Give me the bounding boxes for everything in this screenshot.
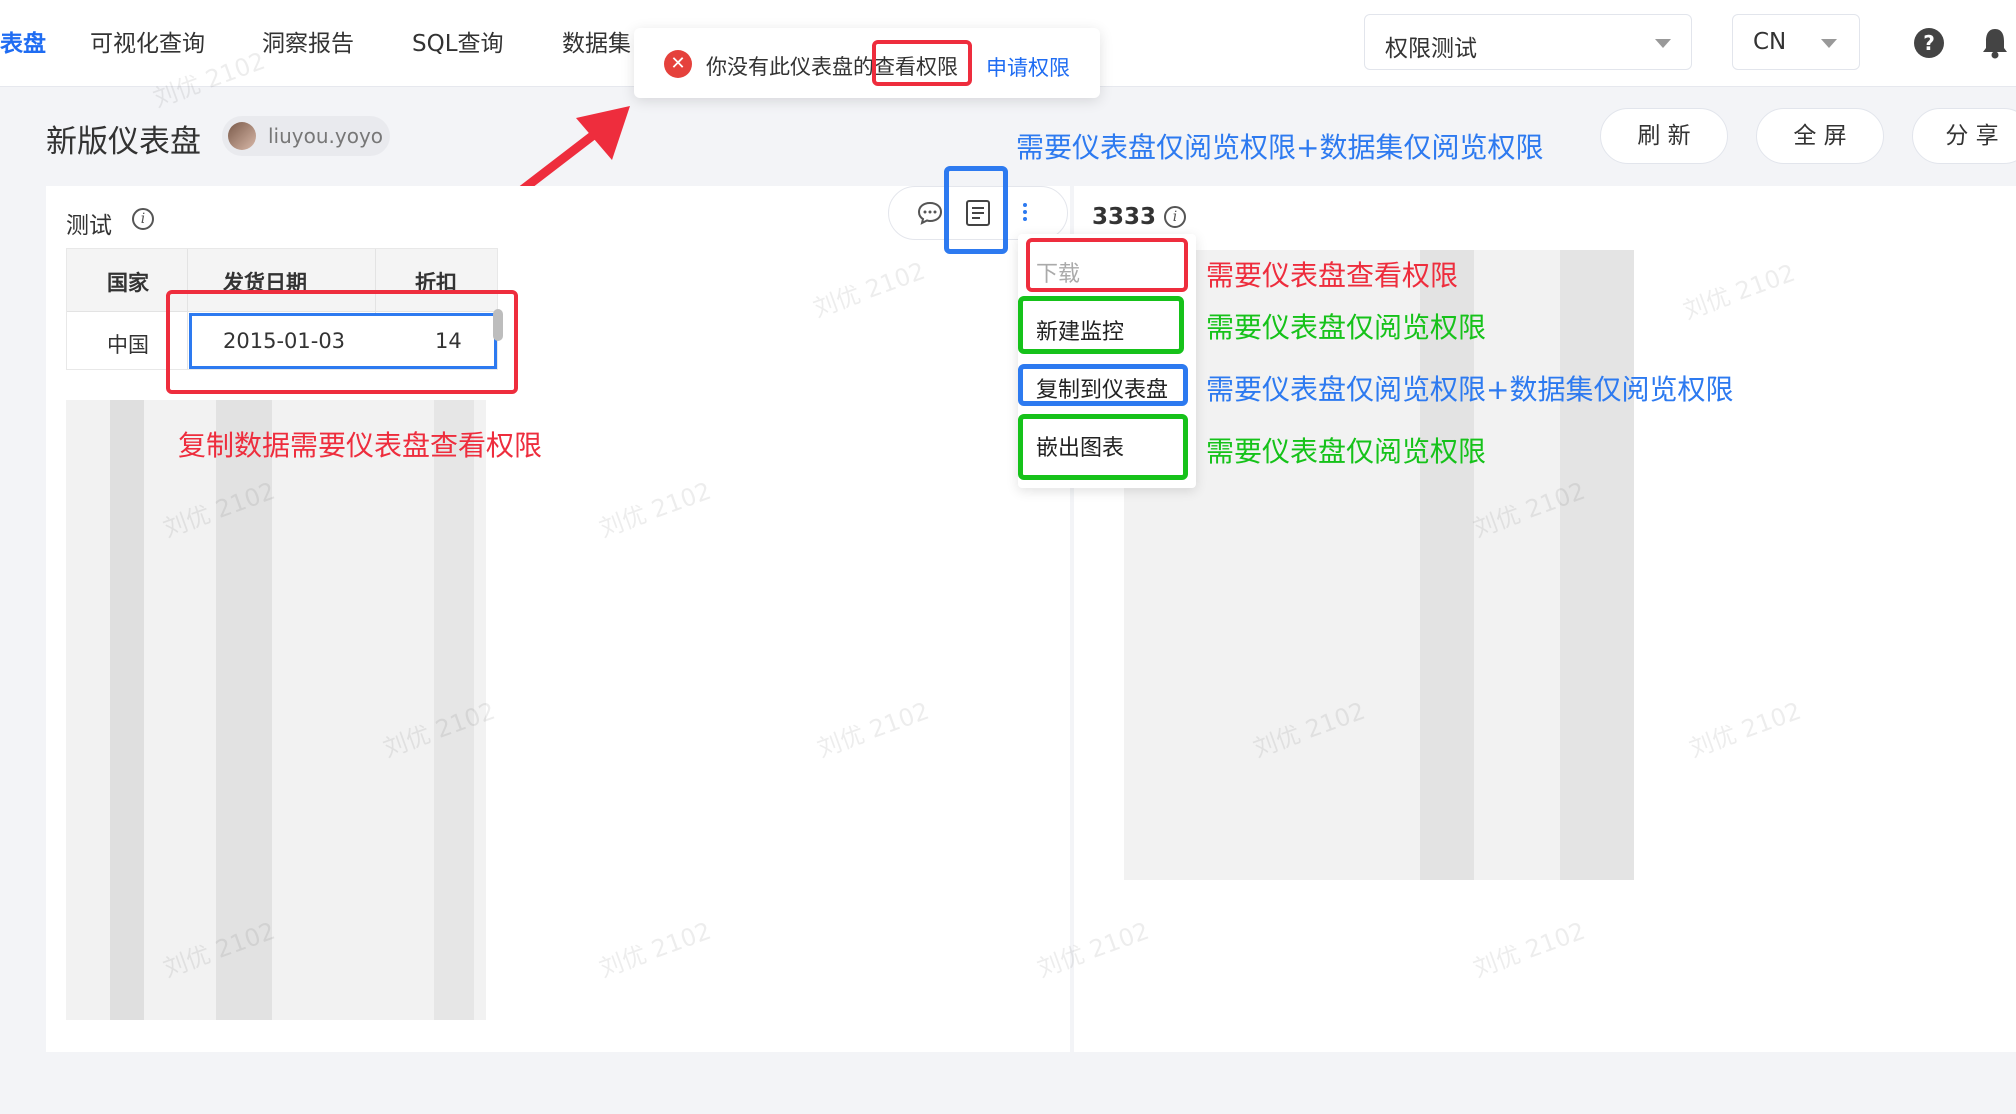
nav-item-insight-report[interactable]: 洞察报告 xyxy=(262,24,354,58)
highlight-box-copy-to-dashboard xyxy=(1018,364,1188,406)
nav-item-sql-query[interactable]: SQL查询 xyxy=(412,24,504,58)
help-icon[interactable]: ? xyxy=(1914,28,1944,58)
annotation-download: 需要仪表盘查看权限 xyxy=(1206,259,1459,292)
share-button[interactable]: 分 享 xyxy=(1912,108,2016,164)
highlight-box-toolbar-icon xyxy=(944,166,1008,254)
language-select-value: CN xyxy=(1753,29,1787,55)
nav-item-dashboard[interactable]: 表盘 xyxy=(0,24,46,58)
annotation-toolbar-copy: 需要仪表盘仅阅览权限+数据集仅阅览权限 xyxy=(1016,131,1544,164)
annotation-copy-to-dashboard: 需要仪表盘仅阅览权限+数据集仅阅览权限 xyxy=(1206,373,1734,406)
language-select[interactable]: CN xyxy=(1732,14,1860,70)
more-options-icon[interactable] xyxy=(1023,203,1027,224)
highlight-box-embed-chart xyxy=(1018,414,1188,480)
avatar xyxy=(228,122,256,150)
highlight-box-view-permission xyxy=(872,40,972,86)
owner-chip[interactable]: liuyou.yoyo xyxy=(222,116,390,156)
space-select[interactable]: 权限测试 xyxy=(1364,14,1692,70)
space-select-value: 权限测试 xyxy=(1385,36,1477,62)
nav-item-dataset[interactable]: 数据集 xyxy=(562,24,631,58)
table-cell-country[interactable]: 中国 xyxy=(107,329,149,359)
chevron-down-icon xyxy=(1821,39,1837,48)
info-icon[interactable]: i xyxy=(1164,206,1186,228)
comment-icon[interactable] xyxy=(917,201,943,225)
permission-toast: ✕ 你没有此仪表盘的查看权限 申请权限 xyxy=(634,28,1100,98)
nav-item-visual-query[interactable]: 可视化查询 xyxy=(90,24,205,58)
refresh-button[interactable]: 刷 新 xyxy=(1600,108,1728,164)
info-icon[interactable]: i xyxy=(132,208,154,230)
blurred-column xyxy=(1560,250,1634,880)
table-header-country[interactable]: 国家 xyxy=(107,267,149,297)
fullscreen-button[interactable]: 全 屏 xyxy=(1756,108,1884,164)
blurred-column xyxy=(110,400,144,1020)
dashboard-title: 新版仪表盘 xyxy=(46,124,201,160)
highlight-box-new-monitor xyxy=(1018,296,1184,354)
chevron-down-icon xyxy=(1655,39,1671,48)
owner-name: liuyou.yoyo xyxy=(268,124,384,148)
card-title: 3333 xyxy=(1092,204,1157,230)
annotation-copy-data: 复制数据需要仪表盘查看权限 xyxy=(178,429,543,462)
annotation-embed-chart: 需要仪表盘仅阅览权限 xyxy=(1206,435,1487,468)
highlight-box-download xyxy=(1026,238,1188,292)
apply-permission-link[interactable]: 申请权限 xyxy=(986,52,1070,82)
error-icon: ✕ xyxy=(664,50,692,78)
bell-icon[interactable] xyxy=(1980,26,2010,60)
highlight-box-selected-cells xyxy=(166,290,518,394)
toast-message-prefix: 你没有此仪表盘的 xyxy=(706,55,874,79)
card-title: 测试 xyxy=(66,213,112,239)
annotation-new-monitor: 需要仪表盘仅阅览权限 xyxy=(1206,311,1487,344)
